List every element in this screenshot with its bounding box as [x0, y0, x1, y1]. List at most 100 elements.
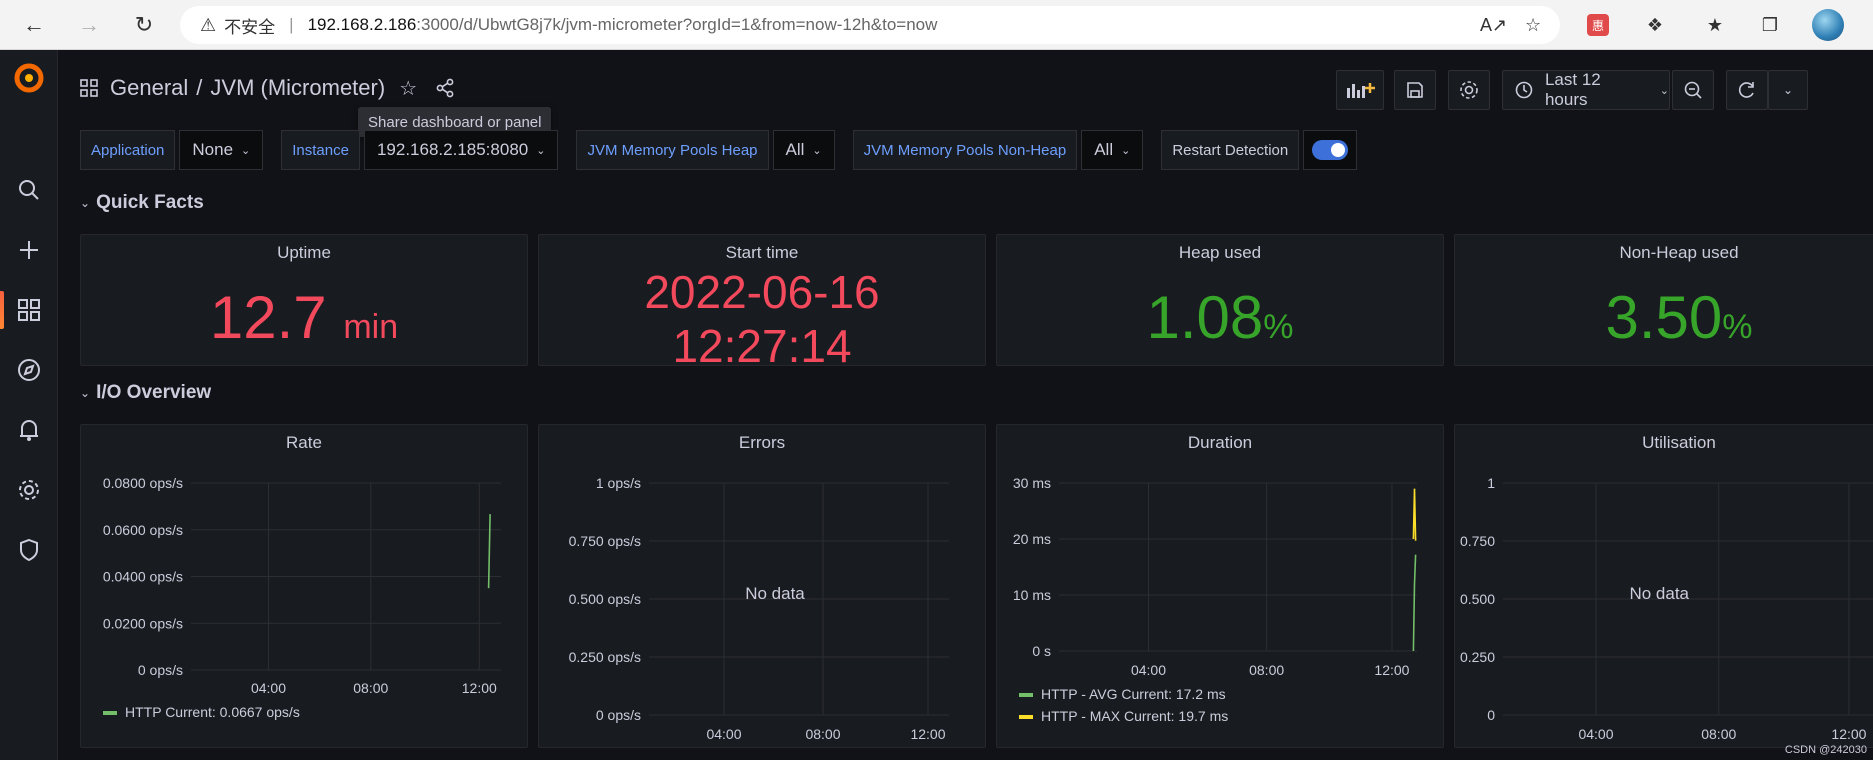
- extensions-puzzle-icon[interactable]: ❖: [1640, 10, 1670, 40]
- create-plus-icon[interactable]: [0, 225, 58, 275]
- refresh-interval-dropdown[interactable]: ⌄: [1768, 70, 1808, 110]
- dashboards-icon[interactable]: [0, 285, 58, 335]
- row-quick-facts[interactable]: ⌄ Quick Facts: [80, 192, 204, 214]
- refresh-icon: [1738, 82, 1754, 98]
- x-tick-label: 08:00: [805, 726, 840, 742]
- refresh-button[interactable]: [1726, 70, 1768, 110]
- server-admin-shield-icon[interactable]: [0, 525, 58, 575]
- chevron-down-icon: ⌄: [1121, 144, 1131, 157]
- variable-select-memory-pools-heap[interactable]: All ⌄: [772, 130, 835, 170]
- x-tick-label: 04:00: [1578, 726, 1613, 742]
- panel-rate[interactable]: Rate 0.0800 ops/s 0.0600 ops/s 0.0400 ops/…: [80, 424, 528, 748]
- legend-label[interactable]: HTTP Current: 0.0667 ops/s: [125, 704, 300, 720]
- url-path: :3000/d/UbwtG8j7k/jvm-micrometer?orgId=1…: [416, 15, 938, 34]
- stat-value-date: 2022-06-16: [644, 266, 880, 318]
- series-line: [487, 514, 491, 589]
- row-io-overview[interactable]: ⌄ I/O Overview: [80, 382, 211, 404]
- y-tick-label: 20 ms: [1013, 531, 1051, 547]
- panel-title: Uptime: [277, 243, 331, 262]
- dashboard-settings-button[interactable]: [1448, 70, 1490, 110]
- y-tick-label: 1: [1487, 475, 1495, 491]
- variable-label-memory-pools-heap: JVM Memory Pools Heap: [576, 130, 769, 170]
- y-tick-label: 0 ops/s: [596, 707, 641, 723]
- time-range-label: Last 12 hours: [1544, 70, 1601, 109]
- chart-utilisation: 1 0.750 0.500 0.250 0 04:00 08:00 12:00 No data: [1460, 475, 1873, 742]
- panel-nonheap-used[interactable]: Non-Heap used 3.50%: [1454, 234, 1873, 366]
- read-aloud-icon[interactable]: A↗: [1480, 6, 1507, 44]
- extension-icon[interactable]: 惠: [1587, 14, 1609, 36]
- x-tick-label: 04:00: [706, 726, 741, 742]
- y-tick-label: 0.0600 ops/s: [103, 522, 183, 538]
- panel-errors[interactable]: Errors 1 ops/s 0.750 ops/s 0.500 ops/s 0.25…: [538, 424, 986, 748]
- reload-button[interactable]: ↻: [120, 0, 168, 50]
- panel-title: Non-Heap used: [1619, 243, 1739, 262]
- back-button[interactable]: ←: [10, 0, 58, 50]
- configuration-gear-icon[interactable]: [0, 465, 58, 515]
- row-title-text: Quick Facts: [96, 192, 204, 213]
- legend-label[interactable]: HTTP - AVG Current: 17.2 ms: [1041, 686, 1226, 702]
- y-tick-label: 0.250 ops/s: [569, 649, 641, 665]
- toggle-switch[interactable]: [1312, 140, 1349, 160]
- breadcrumb-separator: /: [196, 75, 203, 100]
- chevron-down-icon: ⌄: [1782, 83, 1794, 97]
- add-panel-button[interactable]: [1336, 70, 1384, 110]
- grafana-sidebar: [0, 50, 58, 760]
- collections-icon[interactable]: ❐: [1755, 10, 1785, 40]
- panel-uptime[interactable]: Uptime 12.7 min: [80, 234, 528, 366]
- grafana-logo-icon[interactable]: [12, 60, 46, 94]
- chevron-down-icon: ⌄: [241, 144, 251, 157]
- y-tick-label: 0.750: [1460, 533, 1495, 549]
- time-picker-button[interactable]: Last 12 hours ⌄: [1502, 70, 1670, 110]
- legend-label[interactable]: HTTP - MAX Current: 19.7 ms: [1041, 708, 1228, 724]
- chevron-down-icon: ⌄: [1659, 84, 1669, 97]
- favorites-icon[interactable]: ★: [1700, 10, 1730, 40]
- panel-utilisation[interactable]: Utilisation 1 0.750 0.500 0.250 0 04:00 08:00 1…: [1454, 424, 1873, 748]
- restart-detection-toggle[interactable]: [1303, 130, 1358, 170]
- variable-value: None: [192, 140, 234, 159]
- variable-select-instance[interactable]: 192.168.2.185:8080 ⌄: [363, 130, 559, 170]
- variable-label-instance: Instance: [281, 130, 360, 170]
- favorite-add-icon[interactable]: ☆: [1525, 6, 1541, 44]
- warning-icon: ⚠: [200, 14, 217, 35]
- panel-heap-used[interactable]: Heap used 1.08%: [996, 234, 1444, 366]
- watermark: CSDN @242030: [1784, 744, 1867, 756]
- y-tick-label: 0.500 ops/s: [569, 591, 641, 607]
- stat-number: 1.08: [1146, 284, 1264, 351]
- dashboard-name[interactable]: JVM (Micrometer): [210, 75, 385, 101]
- alerting-bell-icon[interactable]: [0, 405, 58, 455]
- star-icon[interactable]: ☆: [399, 76, 417, 101]
- insecure-label: 不安全: [224, 17, 276, 37]
- forward-button[interactable]: →: [65, 0, 113, 50]
- template-variables: Application None ⌄ Instance 192.168.2.185…: [80, 130, 1358, 170]
- legend-swatch: [1019, 715, 1033, 719]
- panel-start-time[interactable]: Start time 2022-06-16 12:27:14: [538, 234, 986, 366]
- profile-avatar[interactable]: [1812, 9, 1844, 41]
- x-tick-label: 12:00: [1831, 726, 1866, 742]
- search-icon[interactable]: [0, 165, 58, 215]
- y-tick-label: 0.0400 ops/s: [103, 569, 183, 585]
- gear-icon: [1460, 81, 1478, 99]
- y-tick-label: 30 ms: [1013, 475, 1051, 491]
- variable-value: All: [1094, 140, 1114, 159]
- address-bar[interactable]: ⚠ 不安全 | 192.168.2.186:3000/d/UbwtG8j7k/j…: [180, 6, 1560, 44]
- stat-unit: %: [1722, 308, 1753, 346]
- browser-toolbar: ← → ↻ ⚠ 不安全 | 192.168.2.186:3000/d/UbwtG…: [0, 0, 1873, 50]
- variable-value: 192.168.2.185:8080: [376, 140, 529, 159]
- x-tick-label: 04:00: [251, 680, 286, 696]
- share-icon[interactable]: [435, 78, 455, 98]
- explore-compass-icon[interactable]: [0, 345, 58, 395]
- variable-label-application: Application: [80, 130, 176, 170]
- zoom-out-button[interactable]: [1672, 70, 1714, 110]
- variable-select-application[interactable]: None ⌄: [179, 130, 264, 170]
- panel-duration[interactable]: Duration 30 ms 20 ms 10 ms 0 s 04:00 08:00 12:…: [996, 424, 1444, 748]
- x-tick-label: 04:00: [1131, 662, 1166, 678]
- variable-label-memory-pools-nonheap: JVM Memory Pools Non-Heap: [852, 130, 1078, 170]
- variable-select-memory-pools-nonheap[interactable]: All ⌄: [1081, 130, 1144, 170]
- no-data-label: No data: [745, 584, 805, 603]
- save-dashboard-button[interactable]: [1394, 70, 1436, 110]
- row-title-text: I/O Overview: [96, 382, 212, 403]
- folder-link[interactable]: General: [110, 75, 188, 101]
- panel-title: Start time: [725, 243, 799, 262]
- stat-unit: %: [1263, 308, 1294, 346]
- y-tick-label: 0: [1487, 707, 1495, 723]
